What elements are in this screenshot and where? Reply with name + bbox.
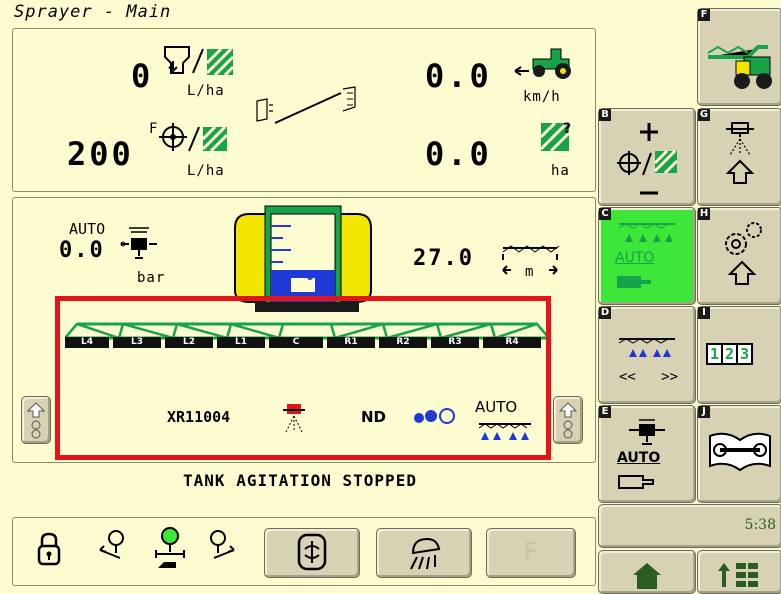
sprayer-machine-icon — [707, 45, 772, 89]
section-number-1: 1 — [706, 343, 724, 365]
softkey-g[interactable]: G — [697, 108, 781, 206]
f-button[interactable]: F — [486, 528, 576, 578]
up-arrow-icon — [26, 402, 46, 439]
up-arrow-icon — [558, 402, 578, 439]
agitation-button[interactable] — [264, 528, 360, 578]
section-number-2: 2 — [723, 343, 739, 365]
section-number-3: 3 — [738, 343, 754, 365]
highlight-box — [55, 296, 551, 460]
work-lights-button[interactable] — [376, 528, 472, 578]
application-rate-actual: 0 — [131, 57, 154, 95]
clock-time: 5:38 — [744, 517, 776, 533]
speed-unit: km/h — [523, 89, 561, 105]
boom-scroll-left[interactable] — [21, 396, 51, 444]
softkey-i[interactable]: I 1 2 3 — [697, 306, 781, 404]
area-unit: ha — [551, 163, 570, 179]
boom-sections-icon — [618, 338, 675, 357]
hitch-left-icon[interactable] — [96, 526, 136, 566]
tank-level-value: 0 — [306, 269, 314, 284]
softkey-h[interactable]: H — [697, 207, 781, 305]
svg-text:?: ? — [563, 121, 571, 137]
area-icon: ? — [539, 121, 571, 153]
pressure-mode: AUTO — [69, 220, 106, 238]
boom-auto-icon — [618, 223, 675, 242]
manual-icon — [709, 432, 771, 472]
application-rate-target: 200 — [67, 135, 134, 173]
lock-icon[interactable] — [36, 532, 62, 568]
area-covered: 0.0 — [425, 135, 492, 173]
section-numbers: 1 2 3 — [706, 343, 754, 365]
hand-icon — [617, 276, 651, 288]
nozzle-up-icon — [725, 122, 755, 184]
softkey-c-label: AUTO — [615, 250, 655, 266]
pressure-value: 0.0 — [59, 238, 105, 263]
settings-gears-icon — [725, 222, 762, 285]
rate-speed-panel: 0 L/ha 0.0 km/h 200 F L/ha 0.0 ? ha — [12, 28, 596, 192]
ground-speed: 0.0 — [425, 57, 492, 95]
home-icon — [633, 563, 661, 589]
area-icon — [205, 47, 235, 77]
hitch-right-icon[interactable] — [198, 526, 238, 566]
softkey-c[interactable]: C AUTO — [598, 207, 696, 305]
rate-gauge-icon — [256, 86, 356, 124]
clock-display: 5:38 — [598, 504, 781, 548]
work-light-icon — [410, 537, 441, 570]
screen-title: Sprayer - Main — [14, 2, 172, 22]
boom-scroll-right[interactable] — [553, 396, 583, 444]
pressure-icon — [120, 227, 157, 259]
status-message: TANK AGITATION STOPPED — [183, 471, 417, 490]
menu-button[interactable] — [697, 550, 781, 594]
agitation-icon — [297, 533, 327, 571]
f-button-label: F — [523, 538, 539, 568]
softkey-j[interactable]: J — [697, 405, 781, 503]
rate-adjust-icon — [617, 123, 679, 195]
softkey-b[interactable]: B — [598, 108, 696, 206]
softkey-e[interactable]: E AUTO — [598, 405, 696, 503]
boom-width-unit: m — [525, 264, 535, 280]
menu-icon — [718, 563, 758, 587]
tractor-icon — [514, 48, 571, 79]
pressure-icon — [629, 419, 665, 445]
softkey-e-label: AUTO — [617, 450, 661, 466]
hand-icon — [618, 475, 654, 489]
boom-width-value: 27.0 — [413, 246, 474, 271]
pressure-unit: bar — [137, 270, 166, 286]
rate-actual-unit: L/ha — [187, 83, 225, 99]
hitch-center-icon[interactable] — [148, 524, 192, 576]
rate-target-unit: L/ha — [187, 163, 225, 179]
softkey-f[interactable]: F — [697, 8, 781, 106]
nozzle-flow-icon — [164, 46, 235, 77]
home-button[interactable] — [598, 550, 696, 594]
softkey-d[interactable]: D << >> — [598, 306, 696, 404]
softkey-d-arrows: << >> — [619, 369, 679, 385]
target-icon — [159, 123, 229, 153]
